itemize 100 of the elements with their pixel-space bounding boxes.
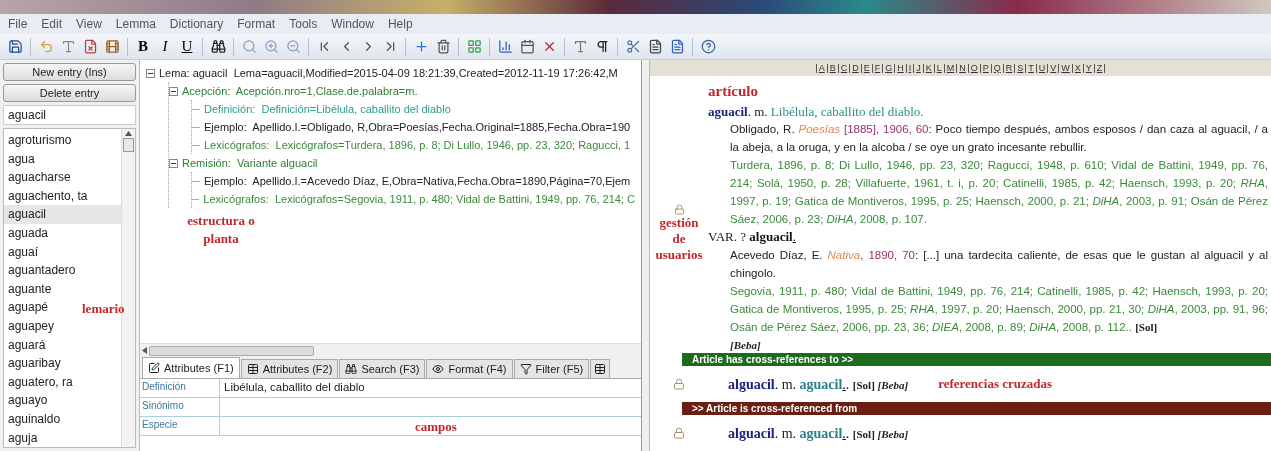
letter-link[interactable]: J (913, 63, 923, 73)
scroll-thumb[interactable] (123, 138, 134, 152)
cross-reference[interactable]: alguacil. m. aguacil.. [Sol] [Beba] (728, 373, 909, 395)
letter-link[interactable]: C (837, 63, 850, 73)
letter-link[interactable]: Q (990, 63, 1003, 73)
sidebar-button[interactable]: New entry (Ins) (3, 63, 136, 81)
menu-item[interactable]: Lemma (115, 15, 156, 33)
letter-link[interactable]: R (1002, 63, 1015, 73)
format-button[interactable]: B (132, 35, 154, 58)
lock-icon (673, 204, 685, 215)
list-item[interactable]: aguayo (8, 393, 48, 408)
article-paragraph: aguacil. m. Libélula, caballito del diablo. (708, 102, 925, 120)
letter-link[interactable]: U (1035, 63, 1048, 73)
list-item[interactable]: aguinaldo (8, 411, 61, 426)
list-item[interactable]: aguada (8, 225, 49, 240)
sidebar-button[interactable]: Delete entry (3, 84, 136, 102)
list-item[interactable]: aguantadero (8, 263, 76, 278)
letter-link[interactable]: W (1058, 63, 1072, 73)
letter-link[interactable]: Z (1093, 63, 1105, 73)
letter-link[interactable]: E (860, 63, 872, 73)
tab[interactable]: Format (F4) (426, 359, 513, 378)
tree-node[interactable]: Ejemplo: Apellido.I.=Acevedo Díaz, E,Obra=Nativa,Fecha.Obra=1890,Página=70,Ejem (204, 172, 631, 190)
article-paragraph: VAR. ? alguacil. (708, 228, 797, 246)
field-label: Definición (140, 379, 220, 397)
tree-node[interactable]: Remisión: Variante alguacil (182, 154, 318, 172)
annotation: lemario (82, 300, 125, 318)
tree-node[interactable]: Lema: aguacil Lema=aguacil,Modified=2015-04-09 18:21:39,Created=2012-11-19 17:26:42,M (159, 64, 618, 82)
annotation: gestión de usuarios (654, 215, 704, 263)
menu-item[interactable]: View (76, 15, 102, 33)
tree-node[interactable]: Lexicógrafos: Lexicógrafos=Segovia, 1911, p. 480; Vidal de Battini, 1949, pp. 76, 214; C (203, 190, 635, 208)
section-header: Article has cross-references to >> (682, 353, 1271, 366)
menu-item[interactable]: Help (387, 15, 413, 33)
field-label: Especie (140, 417, 220, 435)
list-item[interactable]: aguacharse (8, 170, 71, 185)
letter-link[interactable]: H (894, 63, 906, 73)
article-paragraph: Turdera, 1896, p. 8; Di Lullo, 1946, pp. 23, 320; Ragucci, 1948, p. 610; Vidal de Battini, 1949, pp. 76, 214; Solá, 1950, p. 28; Villafuerte, 1961, t. i, p. 20; Catinelli, 1985, p. 42; Haensch, 1993, p. 20; RHA, 1997, p. 19; Gatica de Montiveros, 1995, p. 25; Haensch, 2000, p. 21; DiHA, 2003, p. 91; Osán de Pérez Sáez, 2006, p. 23; DiHA, 2008, p. 107. (730, 158, 1268, 227)
collapse-icon[interactable] (169, 86, 178, 96)
annotation: referencias cruzadas (938, 375, 1053, 394)
scroll-up-icon (125, 131, 132, 136)
table-icon (246, 363, 259, 375)
letter-link[interactable]: K (922, 63, 934, 73)
letter-link[interactable]: T (1025, 63, 1036, 73)
annotation: campos (415, 418, 457, 436)
format-button[interactable]: U (176, 35, 198, 58)
search-field[interactable]: aguacil (3, 105, 136, 125)
letter-link[interactable]: N (956, 63, 968, 73)
letter-link[interactable]: I (905, 63, 914, 73)
list-item[interactable]: aguapé (8, 300, 49, 315)
letter-link[interactable]: M (943, 63, 957, 73)
collapse-icon[interactable] (146, 68, 155, 78)
list-item[interactable]: aguatero, ra (8, 374, 73, 389)
letter-link[interactable]: S (1014, 63, 1026, 73)
tree-node[interactable]: Ejemplo: Apellido.I.=Obligado, R,Obra=Poesías,Fecha.Original=1885,Fecha.Obra=190 (204, 118, 631, 136)
eye-icon (432, 363, 445, 375)
menu-item[interactable]: Dictionary (169, 15, 224, 33)
format-button[interactable]: I (154, 35, 176, 58)
field-value[interactable]: Libélula, caballito del diablo (220, 379, 641, 397)
article-paragraph: Acevedo Díaz, E. Nativa, 1890, 70: [...] una tardecita caliente, de esas que le gustan al alguacil y al chingolo. (730, 247, 1268, 281)
letter-link[interactable]: V (1047, 63, 1059, 73)
letter-link[interactable]: P (979, 63, 991, 73)
list-item[interactable]: agua (8, 151, 35, 166)
menu-item[interactable]: Format (237, 15, 276, 33)
menu-item[interactable]: Edit (41, 15, 63, 33)
letter-link[interactable]: D (849, 63, 861, 73)
list-item[interactable]: aguaí (8, 244, 39, 259)
annotation: artículo (708, 82, 759, 101)
letter-link[interactable]: F (871, 63, 883, 73)
tab[interactable]: Search (F3) (339, 359, 426, 378)
menu-item[interactable]: Tools (289, 15, 318, 33)
list-item[interactable]: aguja (8, 430, 38, 445)
horizontal-scrollbar[interactable] (140, 343, 641, 357)
list-item[interactable]: aguachento, ta (8, 188, 88, 203)
tab[interactable]: Filter (F5) (513, 359, 590, 378)
table-icon (594, 363, 607, 375)
section-header: >> Article is cross-referenced from (682, 402, 1271, 415)
tree-node[interactable]: Lexicógrafos: Lexicógrafos=Turdera, 1896, p. 8; Di Lullo, 1946, pp. 23, 320; Ragucci, 1 (204, 136, 631, 154)
tree-node[interactable]: Acepción: Acepción.nro=1,Clase.de.palabra=m. (182, 82, 418, 100)
letter-link[interactable]: L (933, 63, 944, 73)
annotation: estructura o planta (186, 212, 256, 248)
binoculars-icon (345, 363, 358, 375)
article-paragraph: Segovia, 1911, p. 480; Vidal de Battini, 1949, pp. 76, 214; Catinelli, 1985, p. 42; Haensch, 1993, p. 20; Gatica de Montiveros, 1995, p. 25; RHA, 1997, p. 20; Haensch, 2000, pp. 21, 30; DiHA, 2003, pp. 91, 96; Osán de Pérez Sáez, 2006, pp. 23, 36; DIEA, 2008, p. 89; DiHA, 2008, p. 112.. [Sol] (730, 283, 1268, 335)
article-paragraph: Obligado, R. Poesías [1885], 1906, 60: Poco tiempo después, ambos esposos / dan caza al aguacil, / a la abeja, a la oruga, y en la alcoba / se oye un grato incesante rebullir. (730, 122, 1268, 155)
list-item[interactable]: aguante (8, 281, 52, 296)
letter-link[interactable]: G (882, 63, 895, 73)
menu-item[interactable]: File (8, 15, 28, 33)
article-paragraph: [Beba] (730, 337, 762, 353)
letter-link[interactable]: O (967, 63, 980, 73)
menu-item[interactable]: Window (331, 15, 374, 33)
list-item[interactable]: aguará (8, 337, 46, 352)
tab[interactable]: Attributes (F2) (240, 359, 339, 378)
list-item[interactable]: aguaribay (8, 356, 61, 371)
letter-link[interactable]: Y (1082, 63, 1094, 73)
list-item[interactable]: agroturismo (8, 133, 72, 147)
collapse-icon[interactable] (169, 158, 178, 168)
letter-link[interactable]: A (816, 63, 827, 73)
letter-link[interactable]: X (1071, 63, 1083, 73)
cross-reference[interactable]: alguacil. m. aguacil.. [Sol] [Beba] (728, 422, 909, 444)
list-item[interactable]: aguapey (8, 318, 55, 333)
tab[interactable]: Attributes (F1) (142, 357, 240, 378)
letter-link[interactable]: B (826, 63, 838, 73)
